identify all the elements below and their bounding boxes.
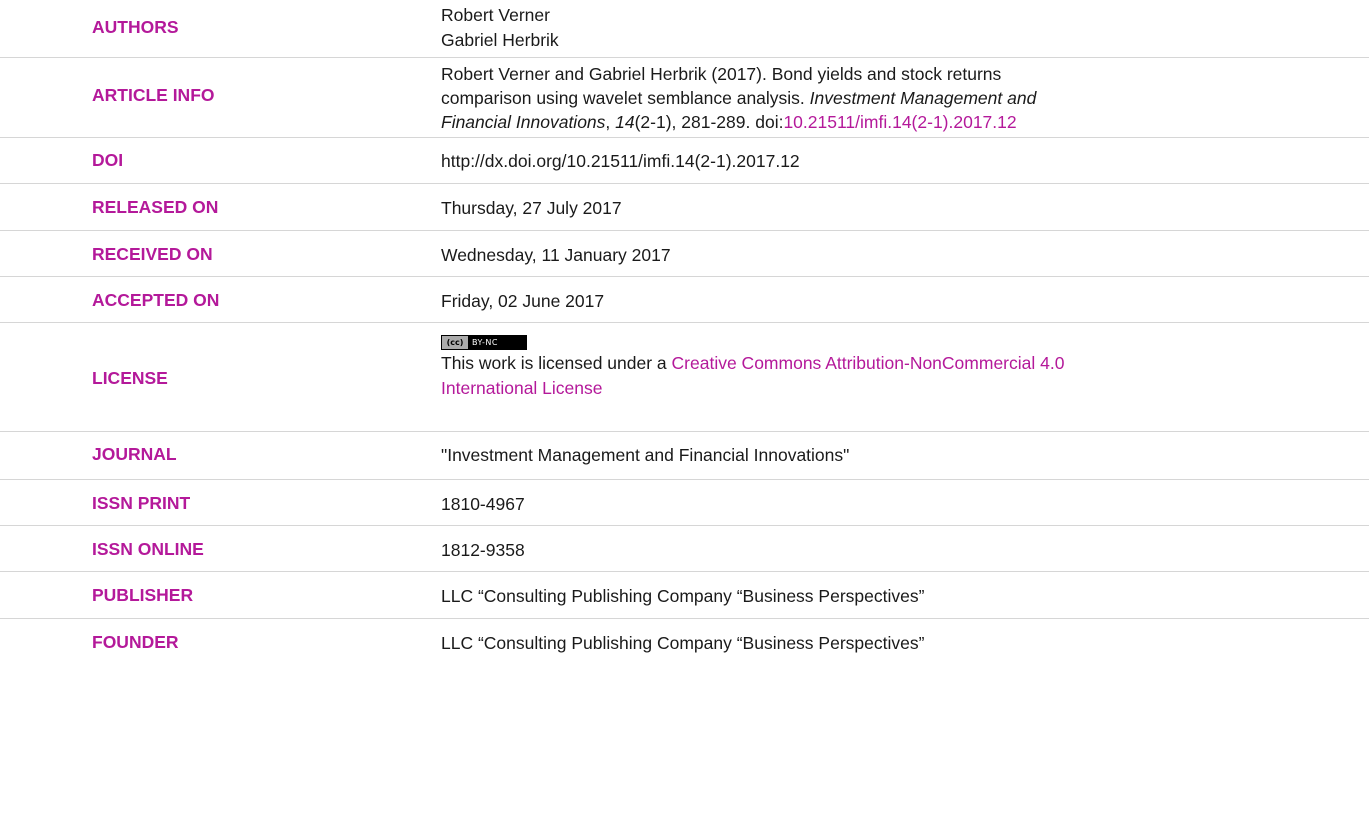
- citation-journal-part2: Financial Innovations: [441, 112, 606, 132]
- accepted-on-label: ACCEPTED ON: [92, 290, 220, 310]
- cc-badge-terms: BY-NC: [468, 336, 526, 349]
- row-issn-online: ISSN ONLINE 1812-9358: [0, 526, 1369, 572]
- citation-journal-part1: Investment Management and: [809, 88, 1037, 108]
- citation-sep: ,: [605, 112, 616, 132]
- publisher-label: PUBLISHER: [92, 585, 194, 605]
- issn-online-label: ISSN ONLINE: [92, 539, 204, 559]
- issn-print-label: ISSN PRINT: [92, 493, 191, 513]
- authors-value: Robert Verner Gabriel Herbrik: [441, 3, 1361, 53]
- citation-line: comparison using wavelet semblance analy…: [441, 86, 1361, 110]
- released-on-value: Thursday, 27 July 2017: [441, 198, 622, 218]
- row-authors: AUTHORS Robert Verner Gabriel Herbrik: [0, 0, 1369, 58]
- row-license: LICENSE (cc) BY-NC This work is licensed…: [0, 323, 1369, 432]
- doi-label: DOI: [92, 150, 124, 170]
- license-value: (cc) BY-NC This work is licensed under a…: [441, 331, 1361, 401]
- article-info-value: Robert Verner and Gabriel Herbrik (2017)…: [441, 62, 1361, 134]
- received-on-value: Wednesday, 11 January 2017: [441, 245, 671, 265]
- row-article-info: ARTICLE INFO Robert Verner and Gabriel H…: [0, 58, 1369, 138]
- citation-line: Financial Innovations, 14(2-1), 281-289.…: [441, 110, 1361, 134]
- doi-value: http://dx.doi.org/10.21511/imfi.14(2-1).…: [441, 151, 800, 171]
- license-badge-line: (cc) BY-NC: [441, 331, 1361, 351]
- citation-title-end: comparison using wavelet semblance analy…: [441, 88, 810, 108]
- row-journal: JOURNAL "Investment Management and Finan…: [0, 432, 1369, 480]
- founder-label: FOUNDER: [92, 632, 179, 652]
- article-info-sheet: AUTHORS Robert Verner Gabriel Herbrik AR…: [0, 0, 1369, 821]
- creative-commons-icon: (cc): [442, 336, 468, 349]
- row-released-on: RELEASED ON Thursday, 27 July 2017: [0, 184, 1369, 231]
- license-link[interactable]: Creative Commons Attribution-NonCommerci…: [672, 353, 1065, 373]
- accepted-on-value: Friday, 02 June 2017: [441, 291, 605, 311]
- author-name: Robert Verner: [441, 5, 550, 25]
- citation-line: Robert Verner and Gabriel Herbrik (2017)…: [441, 64, 1002, 84]
- citation-volume: 14: [615, 112, 635, 132]
- received-on-label: RECEIVED ON: [92, 244, 213, 264]
- author-name: Gabriel Herbrik: [441, 30, 559, 50]
- row-received-on: RECEIVED ON Wednesday, 11 January 2017: [0, 231, 1369, 277]
- row-publisher: PUBLISHER LLC “Consulting Publishing Com…: [0, 572, 1369, 619]
- journal-value: "Investment Management and Financial Inn…: [441, 445, 850, 465]
- publisher-value: LLC “Consulting Publishing Company “Busi…: [441, 586, 925, 606]
- citation-doi-link[interactable]: 10.21511/imfi.14(2-1).2017.12: [783, 112, 1016, 132]
- released-on-label: RELEASED ON: [92, 197, 219, 217]
- journal-label: JOURNAL: [92, 444, 177, 464]
- row-issn-print: ISSN PRINT 1810-4967: [0, 480, 1369, 526]
- license-link-continued[interactable]: International License: [441, 376, 1361, 401]
- issn-print-value: 1810-4967: [441, 494, 525, 514]
- article-info-label: ARTICLE INFO: [92, 85, 215, 105]
- issn-online-value: 1812-9358: [441, 540, 525, 560]
- citation-pages: (2-1), 281-289. doi:: [634, 112, 784, 132]
- founder-value: LLC “Consulting Publishing Company “Busi…: [441, 633, 925, 653]
- license-label: LICENSE: [92, 368, 168, 388]
- row-accepted-on: ACCEPTED ON Friday, 02 June 2017: [0, 277, 1369, 323]
- cc-by-nc-badge[interactable]: (cc) BY-NC: [441, 335, 527, 350]
- authors-label: AUTHORS: [92, 17, 179, 37]
- license-text-line: This work is licensed under a Creative C…: [441, 351, 1361, 376]
- row-founder: FOUNDER LLC “Consulting Publishing Compa…: [0, 619, 1369, 665]
- license-text-prefix: This work is licensed under a: [441, 353, 672, 373]
- row-doi: DOI http://dx.doi.org/10.21511/imfi.14(2…: [0, 138, 1369, 184]
